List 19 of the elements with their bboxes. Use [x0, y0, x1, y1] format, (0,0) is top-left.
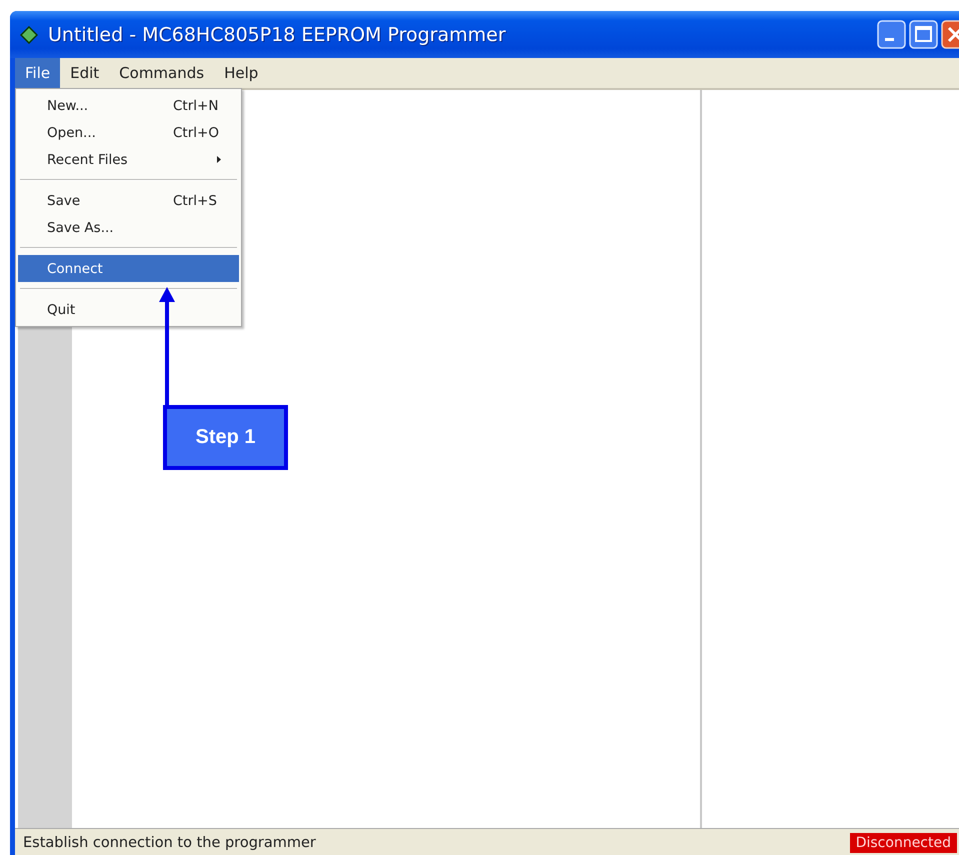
menu-bar-item[interactable]: Commands — [109, 58, 214, 88]
menu-bar-item[interactable]: File — [15, 58, 60, 88]
menu-item[interactable]: Save Ctrl+S — [18, 187, 239, 214]
menu-bar-item[interactable]: Help — [214, 58, 268, 88]
menu-item[interactable]: Open... Ctrl+O — [18, 119, 239, 146]
connection-status: Disconnected — [850, 832, 957, 852]
maximize-button[interactable] — [909, 20, 938, 49]
submenu-arrow-icon — [217, 156, 221, 163]
menu-item[interactable]: Recent Files — [18, 146, 239, 173]
menu-item[interactable]: New... Ctrl+N — [18, 92, 239, 119]
status-message: Establish connection to the programmer — [22, 834, 317, 850]
minimize-button[interactable] — [877, 20, 906, 49]
window-title: Untitled - MC68HC805P18 EEPROM Programmer — [48, 24, 507, 46]
menu-item[interactable]: Quit — [18, 296, 239, 323]
menu-bar-item[interactable]: Edit — [60, 58, 110, 88]
menu-item[interactable]: Save As... — [18, 214, 239, 241]
diamond-icon — [20, 26, 38, 44]
step-callout: Step 1 — [163, 405, 288, 470]
menu-item[interactable]: Connect — [18, 255, 239, 282]
